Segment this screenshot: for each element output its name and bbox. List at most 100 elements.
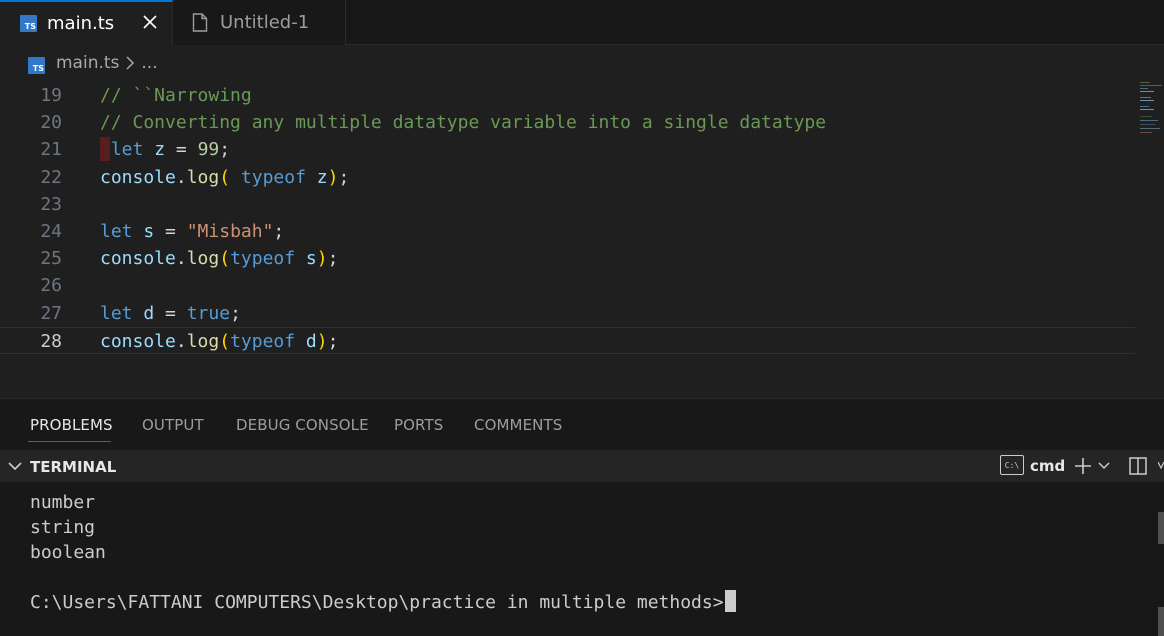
code-token: ;	[327, 248, 339, 270]
code-token: true	[186, 302, 231, 324]
line-number: 23	[40, 193, 62, 215]
code-token: d	[132, 302, 166, 324]
code-token: )	[316, 248, 328, 270]
panel-tab-bar: PROBLEMS OUTPUT DEBUG CONSOLE PORTS COMM…	[0, 399, 1164, 449]
code-token: )	[327, 166, 339, 188]
code-token: (	[219, 330, 231, 352]
breadcrumb-more[interactable]: ...	[141, 53, 157, 73]
code-text: let z = 99;	[100, 136, 230, 163]
more-actions-icon[interactable]	[1158, 460, 1164, 472]
terminal-scrollbar-thumb[interactable]	[1158, 607, 1164, 636]
code-text: console.log( typeof z);	[100, 164, 349, 191]
code-token: ;	[230, 302, 241, 324]
code-token: .	[175, 248, 187, 270]
code-token: s	[295, 248, 317, 270]
code-token: )	[316, 330, 328, 352]
line-number: 26	[40, 275, 62, 297]
minimap[interactable]	[1138, 80, 1164, 160]
line-number: 19	[40, 85, 62, 106]
code-editor[interactable]: 19 // ``Narrowing 20 // Converting any mult…	[0, 80, 1164, 398]
terminal-prompt-line[interactable]: C:\Users\FATTANI COMPUTERS\Desktop\pract…	[30, 590, 736, 615]
tab-problems[interactable]: PROBLEMS	[30, 416, 113, 434]
tab-comments[interactable]: COMMENTS	[474, 416, 562, 434]
code-token: z	[143, 139, 176, 161]
terminal-shell-icon[interactable]: C:\	[1000, 455, 1024, 475]
code-line[interactable]: 25 console.log(typeof s);	[0, 245, 1135, 272]
terminal-shell-name[interactable]: cmd	[1030, 457, 1065, 475]
code-token: .	[175, 166, 187, 188]
tab-output[interactable]: OUTPUT	[142, 416, 204, 434]
code-token: log	[186, 248, 220, 270]
code-line[interactable]: 28 console.log(typeof d);	[0, 326, 1135, 354]
code-token: 99	[197, 139, 220, 161]
editor-tab-bar: TS main.ts Untitled-1	[0, 0, 1164, 45]
line-number: 20	[40, 112, 62, 134]
code-token: typeof	[230, 166, 306, 188]
line-number: 21	[40, 139, 62, 161]
code-line[interactable]: 26	[0, 272, 1135, 299]
terminal-title[interactable]: TERMINAL	[30, 458, 116, 476]
tab-main-ts[interactable]: TS main.ts	[0, 0, 173, 45]
code-token: console	[100, 248, 176, 270]
code-token: ;	[273, 221, 285, 242]
code-token: console	[100, 330, 176, 352]
code-line[interactable]: 24 let s = "Misbah";	[0, 218, 1135, 245]
bottom-panel: PROBLEMS OUTPUT DEBUG CONSOLE PORTS COMM…	[0, 398, 1164, 636]
tab-debug-console[interactable]: DEBUG CONSOLE	[236, 416, 369, 434]
code-token: // Converting any multiple datatype vari…	[100, 112, 827, 134]
code-token: (	[219, 166, 231, 188]
chevron-right-icon	[126, 56, 135, 70]
code-token: z	[305, 166, 328, 188]
code-token: console	[100, 166, 176, 188]
code-token: // ``Narrowing	[100, 85, 252, 106]
code-token: ;	[219, 139, 231, 161]
code-line[interactable]: 23	[0, 191, 1135, 218]
code-token: let	[100, 302, 133, 324]
tab-ports[interactable]: PORTS	[394, 416, 443, 434]
code-token: ;	[338, 166, 350, 188]
code-token: s	[132, 221, 166, 242]
code-token: =	[165, 221, 187, 242]
code-line[interactable]: 21 let z = 99;	[0, 136, 1135, 163]
code-token: .	[175, 330, 187, 352]
tab-untitled-1[interactable]: Untitled-1	[173, 0, 346, 45]
code-text: console.log(typeof s);	[100, 245, 338, 272]
terminal-output-line: boolean	[30, 542, 106, 563]
code-line[interactable]: 22 console.log( typeof z);	[0, 164, 1135, 191]
chevron-down-icon[interactable]	[8, 460, 22, 472]
chevron-down-icon[interactable]	[1098, 461, 1110, 471]
breadcrumb: TS main.ts ...	[0, 46, 1164, 80]
code-text: // ``Narrowing	[100, 82, 252, 109]
active-tab-indicator	[28, 441, 111, 442]
close-icon[interactable]	[140, 12, 160, 32]
tab-label: main.ts	[47, 13, 115, 34]
line-number: 22	[40, 166, 62, 188]
code-token: let	[100, 139, 144, 161]
code-line[interactable]: 19 // ``Narrowing	[0, 82, 1135, 109]
terminal-output[interactable]: number string boolean C:\Users\FATTANI C…	[0, 482, 1164, 636]
typescript-file-icon: TS	[28, 56, 45, 74]
code-token: typeof	[230, 330, 296, 352]
code-token: log	[186, 330, 220, 352]
line-number: 24	[40, 221, 62, 242]
line-number: 25	[40, 248, 62, 270]
code-line[interactable]: 20 // Converting any multiple datatype va…	[0, 109, 1135, 136]
terminal-scrollbar-thumb[interactable]	[1158, 512, 1164, 544]
code-token: log	[186, 166, 220, 188]
new-terminal-icon[interactable]	[1073, 456, 1093, 476]
code-text: // Converting any multiple datatype vari…	[100, 109, 826, 136]
code-line[interactable]: 27 let d = true;	[0, 300, 1135, 327]
terminal-cursor	[724, 590, 736, 612]
code-token: =	[175, 139, 198, 161]
code-token: ;	[327, 330, 339, 352]
line-number: 28	[40, 330, 62, 352]
terminal-header: TERMINAL C:\ cmd	[0, 450, 1164, 482]
line-number: 27	[40, 302, 62, 324]
code-token: =	[165, 302, 187, 324]
breadcrumb-file[interactable]: main.ts	[56, 53, 119, 73]
code-token: typeof	[230, 248, 296, 270]
split-terminal-icon[interactable]	[1128, 456, 1148, 476]
terminal-prompt: C:\Users\FATTANI COMPUTERS\Desktop\pract…	[30, 592, 724, 613]
terminal-output-line: string	[30, 517, 96, 538]
code-text: let d = true;	[100, 300, 241, 327]
